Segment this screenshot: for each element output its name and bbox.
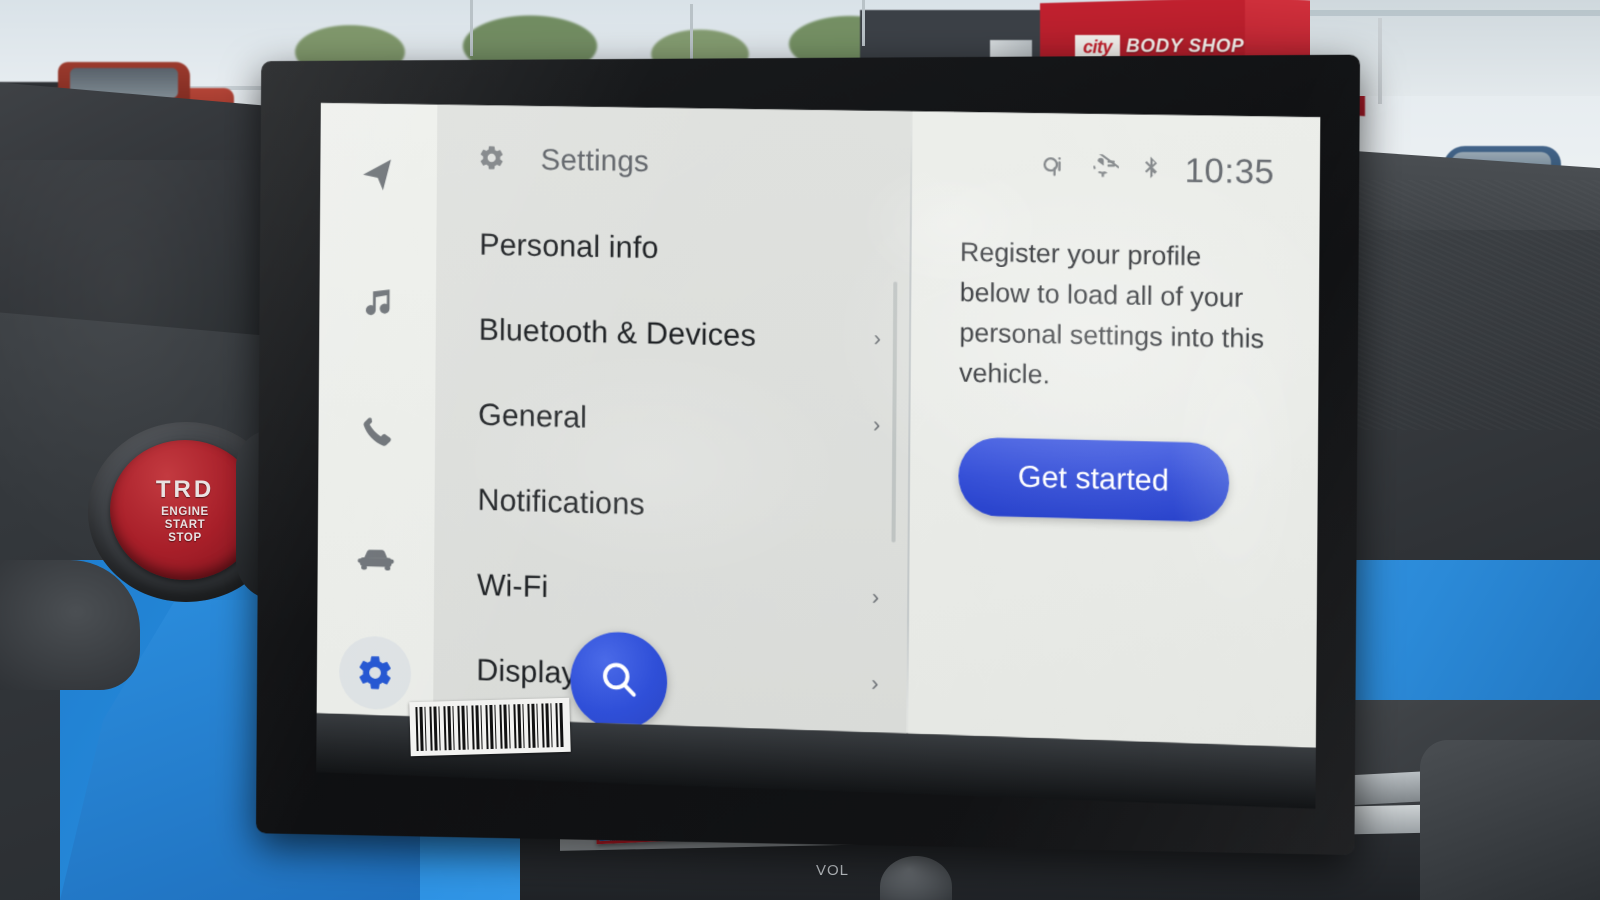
registration-message-block: Register your profile below to load all …: [911, 187, 1320, 401]
settings-list: Personal info Bluetooth & Devices › Gene…: [433, 201, 910, 727]
sidebar-item-navigation[interactable]: [342, 139, 414, 213]
chevron-right-icon: ›: [871, 670, 879, 696]
navigation-arrow-icon: [359, 156, 398, 196]
menu-item-label: Personal info: [479, 226, 659, 266]
volume-label: VOL: [816, 862, 850, 879]
start-button-line1: ENGINE: [161, 505, 209, 518]
menu-item-label: Wi-Fi: [476, 567, 549, 605]
app-rail: [316, 102, 438, 718]
menu-item-label: Notifications: [477, 482, 645, 522]
sidebar-item-vehicle[interactable]: [340, 523, 412, 598]
profile-registration-panel: 10:35 Register your profile below to loa…: [908, 111, 1321, 748]
menu-item-general[interactable]: General ›: [435, 371, 909, 468]
registration-message: Register your profile below to load all …: [959, 236, 1265, 390]
search-icon: [597, 656, 641, 706]
get-started-button[interactable]: Get started: [958, 436, 1230, 523]
sidebar-item-settings[interactable]: [338, 635, 412, 711]
menu-item-label: Bluetooth & Devices: [478, 312, 757, 353]
settings-header: Settings: [437, 105, 911, 184]
menu-item-wifi[interactable]: Wi-Fi ›: [434, 541, 908, 641]
start-button-line3: STOP: [168, 531, 202, 544]
infotainment-screen[interactable]: Settings Personal info Bluetooth & Devic…: [316, 102, 1321, 748]
car-icon: [355, 539, 396, 582]
microphone-off-icon: [1089, 151, 1121, 186]
status-bar: 10:35: [912, 111, 1320, 193]
console-right-panel: [1420, 740, 1600, 900]
menu-item-personal-info[interactable]: Personal info: [436, 201, 910, 296]
sidebar-item-media[interactable]: [341, 267, 413, 341]
gear-icon: [356, 652, 395, 693]
chevron-right-icon: ›: [873, 325, 881, 351]
chevron-right-icon: ›: [872, 411, 881, 437]
qi-wireless-charging-icon: [1040, 153, 1067, 185]
music-note-icon: [359, 285, 396, 323]
clock: 10:35: [1184, 151, 1275, 192]
bluetooth-icon: [1142, 155, 1163, 187]
sidebar-item-phone[interactable]: [341, 395, 413, 470]
air-vent-left: [0, 560, 140, 690]
chevron-right-icon: ›: [871, 583, 880, 610]
inventory-barcode-sticker: [409, 697, 571, 757]
start-button-line2: START: [164, 518, 206, 531]
trd-logo: TRD: [155, 475, 215, 503]
settings-menu-panel: Settings Personal info Bluetooth & Devic…: [433, 104, 911, 734]
phone-icon: [358, 413, 395, 451]
menu-item-label: General: [478, 397, 588, 435]
page-title: Settings: [540, 143, 650, 179]
gear-icon: [478, 143, 506, 176]
barcode-lines: [415, 702, 565, 752]
menu-item-bluetooth-devices[interactable]: Bluetooth & Devices ›: [435, 286, 909, 382]
menu-item-notifications[interactable]: Notifications: [434, 456, 908, 555]
menu-item-label: Display: [476, 652, 577, 691]
